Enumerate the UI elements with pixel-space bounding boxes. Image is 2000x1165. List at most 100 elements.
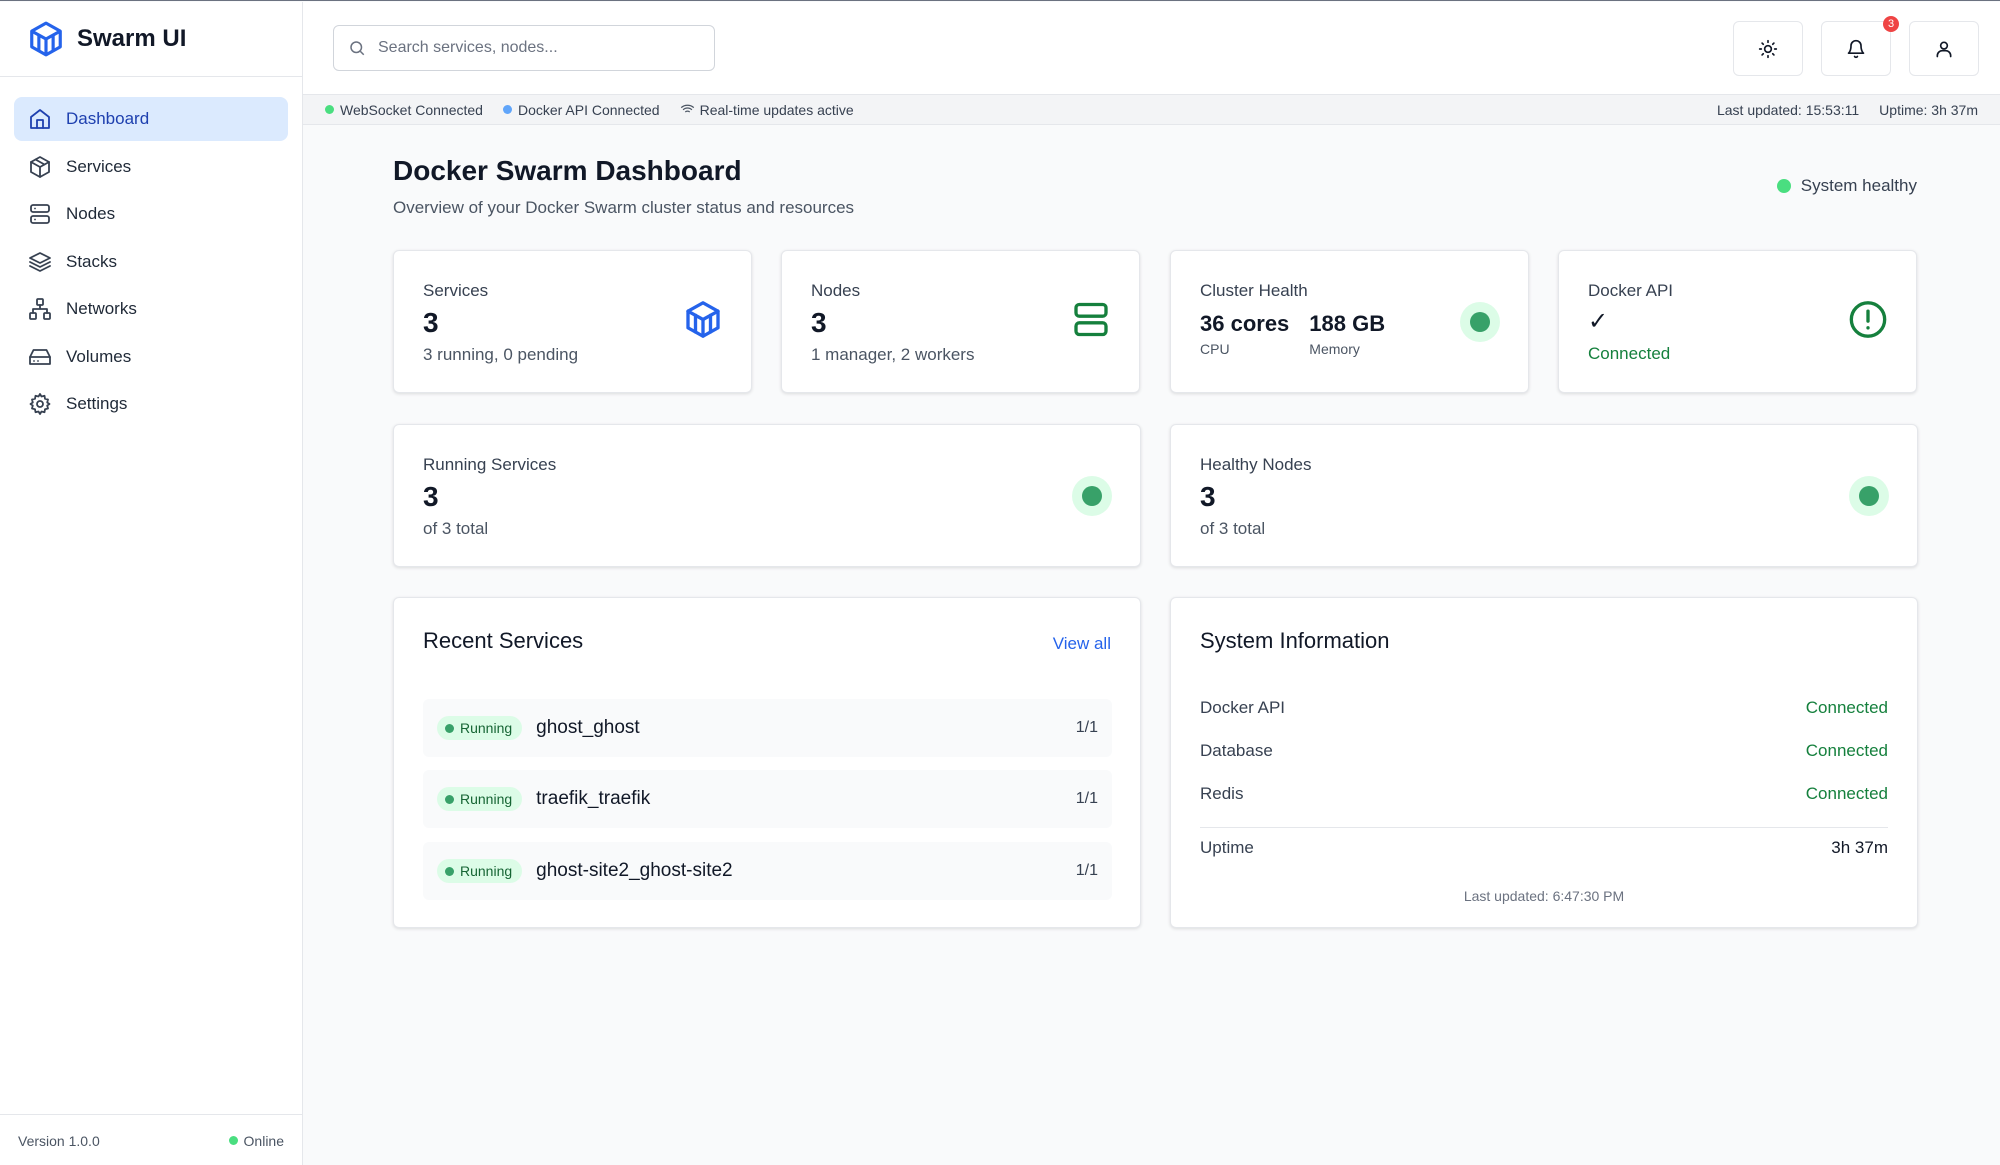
running-dot-icon: [445, 794, 454, 804]
service-name: ghost-site2_ghost-site2: [536, 860, 733, 881]
system-status: System healthy: [1776, 176, 1917, 196]
websocket-status: WebSocket Connected: [325, 102, 483, 118]
system-status-label: System healthy: [1800, 176, 1917, 195]
search-icon: [350, 41, 365, 56]
server-icon: [30, 204, 50, 224]
wifi-icon: [680, 104, 694, 116]
nodes-icon-wrap: [1071, 299, 1111, 344]
sidebar-item-services[interactable]: Services: [14, 145, 288, 189]
cpu-metric: 36 cores CPU: [1200, 311, 1289, 357]
last-updated-label: Last updated: 15:53:11: [1716, 101, 1860, 118]
list-item[interactable]: Running traefik_traefik 1/1: [423, 770, 1112, 828]
search-input[interactable]: [378, 39, 698, 57]
status-pulse-icon: [1849, 475, 1889, 516]
sidebar-item-stacks[interactable]: Stacks: [14, 240, 288, 284]
nodes-card[interactable]: Nodes 3 1 manager, 2 workers: [781, 250, 1140, 393]
docker-api-status: Docker API Connected: [502, 102, 660, 118]
card-label: Services: [423, 281, 489, 300]
running-services-card[interactable]: Running Services 3 of 3 total: [393, 424, 1141, 567]
docker-api-icon-wrap: [1848, 299, 1888, 344]
cluster-health-metrics: 36 cores CPU 188 GB Memory: [1200, 311, 1499, 357]
sidebar-item-label: Volumes: [66, 346, 132, 366]
system-last-updated: Last updated: 6:47:30 PM: [1463, 888, 1625, 904]
docker-api-dot-icon: [502, 105, 512, 114]
server-icon: [1074, 302, 1108, 336]
cluster-health-icon-wrap: [1460, 301, 1500, 342]
version-label: Version 1.0.0: [18, 1132, 100, 1149]
search-box[interactable]: [333, 25, 715, 71]
docker-api-card[interactable]: Docker API ✓ Connected: [1558, 250, 1917, 393]
sidebar-item-nodes[interactable]: Nodes: [14, 192, 288, 236]
card-sub: 1 manager, 2 workers: [811, 345, 975, 364]
running-icon-wrap: [1072, 475, 1112, 516]
box-icon: [30, 155, 50, 178]
page-title: Docker Swarm Dashboard: [393, 155, 742, 186]
sidebar-item-label: Stacks: [66, 251, 118, 271]
panel-title: Recent Services: [423, 628, 584, 653]
sidebar: Swarm UI Dashboard Services Nodes Stacks…: [0, 2, 303, 1165]
card-label: Healthy Nodes: [1200, 455, 1312, 474]
service-name: ghost_ghost: [536, 717, 640, 738]
running-dot-icon: [445, 723, 454, 733]
memory-label: Memory: [1309, 341, 1360, 357]
notifications-button[interactable]: [1821, 21, 1891, 76]
card-value: 3: [423, 307, 439, 338]
status-badge: Running: [437, 787, 523, 811]
realtime-status: Real-time updates active: [680, 102, 854, 118]
panel-title: System Information: [1200, 628, 1390, 653]
healthy-nodes-card[interactable]: Healthy Nodes 3 of 3 total: [1170, 424, 1918, 567]
health-dot-icon: [1776, 179, 1791, 193]
status-badge: Running: [437, 716, 523, 740]
status-badge: Running: [437, 859, 523, 883]
docker-api-status-text: Connected: [1588, 344, 1671, 363]
sidebar-item-dashboard[interactable]: Dashboard: [14, 97, 288, 141]
info-label: Docker API: [1200, 698, 1286, 717]
status-bar: WebSocket Connected Docker API Connected…: [303, 95, 2000, 125]
sidebar-footer: Version 1.0.0 Online: [0, 1114, 302, 1165]
info-row-docker-api: Docker API Connected: [1200, 698, 1888, 718]
health-pulse-icon: [1460, 301, 1500, 342]
info-label: Database: [1200, 741, 1273, 760]
brand[interactable]: Swarm UI: [0, 2, 302, 77]
services-card[interactable]: Services 3 3 running, 0 pending: [393, 250, 752, 393]
sidebar-item-networks[interactable]: Networks: [14, 287, 288, 331]
running-dot-icon: [445, 866, 454, 876]
check-mark-icon: ✓: [1588, 308, 1609, 335]
realtime-label: Real-time updates active: [699, 101, 854, 118]
theme-toggle-button[interactable]: [1733, 21, 1803, 76]
sidebar-item-label: Dashboard: [66, 109, 150, 128]
user-icon: [1936, 41, 1952, 57]
user-menu-button[interactable]: [1909, 21, 1979, 76]
card-label: Running Services: [423, 455, 557, 474]
card-sub: 3 running, 0 pending: [423, 345, 579, 364]
sidebar-item-settings[interactable]: Settings: [14, 382, 288, 426]
service-replicas: 1/1: [1075, 719, 1098, 736]
card-value: 3: [423, 481, 439, 512]
websocket-dot-icon: [325, 105, 334, 114]
page-subtitle: Overview of your Docker Swarm cluster st…: [393, 198, 855, 217]
online-status: Online: [228, 1132, 284, 1149]
info-row-redis: Redis Connected: [1200, 784, 1888, 804]
online-label: Online: [243, 1132, 284, 1149]
online-dot-icon: [228, 1136, 238, 1145]
info-value: Connected: [1805, 784, 1888, 803]
list-item[interactable]: Running ghost-site2_ghost-site2 1/1: [423, 842, 1112, 900]
cluster-health-card[interactable]: Cluster Health 36 cores CPU 188 GB Memor…: [1170, 250, 1529, 393]
info-row-database: Database Connected: [1200, 741, 1888, 761]
sidebar-item-label: Nodes: [66, 204, 116, 223]
info-row-uptime: Uptime 3h 37m: [1200, 838, 1888, 858]
info-label: Uptime: [1200, 838, 1254, 857]
info-value: Connected: [1805, 741, 1888, 760]
view-all-link[interactable]: View all: [1053, 634, 1111, 654]
recent-services-panel: Recent Services View all Running ghost_g…: [393, 597, 1141, 928]
service-name: traefik_traefik: [536, 788, 651, 809]
list-item[interactable]: Running ghost_ghost 1/1: [423, 699, 1112, 757]
sidebar-item-volumes[interactable]: Volumes: [14, 335, 288, 379]
status-badge-label: Running: [460, 720, 513, 736]
alert-circle-icon: [1849, 300, 1887, 338]
cpu-label: CPU: [1200, 341, 1230, 357]
memory-value: 188 GB: [1309, 311, 1386, 336]
services-icon-wrap: [683, 299, 723, 344]
status-pulse-icon: [1072, 475, 1112, 516]
sidebar-item-label: Networks: [66, 299, 137, 318]
